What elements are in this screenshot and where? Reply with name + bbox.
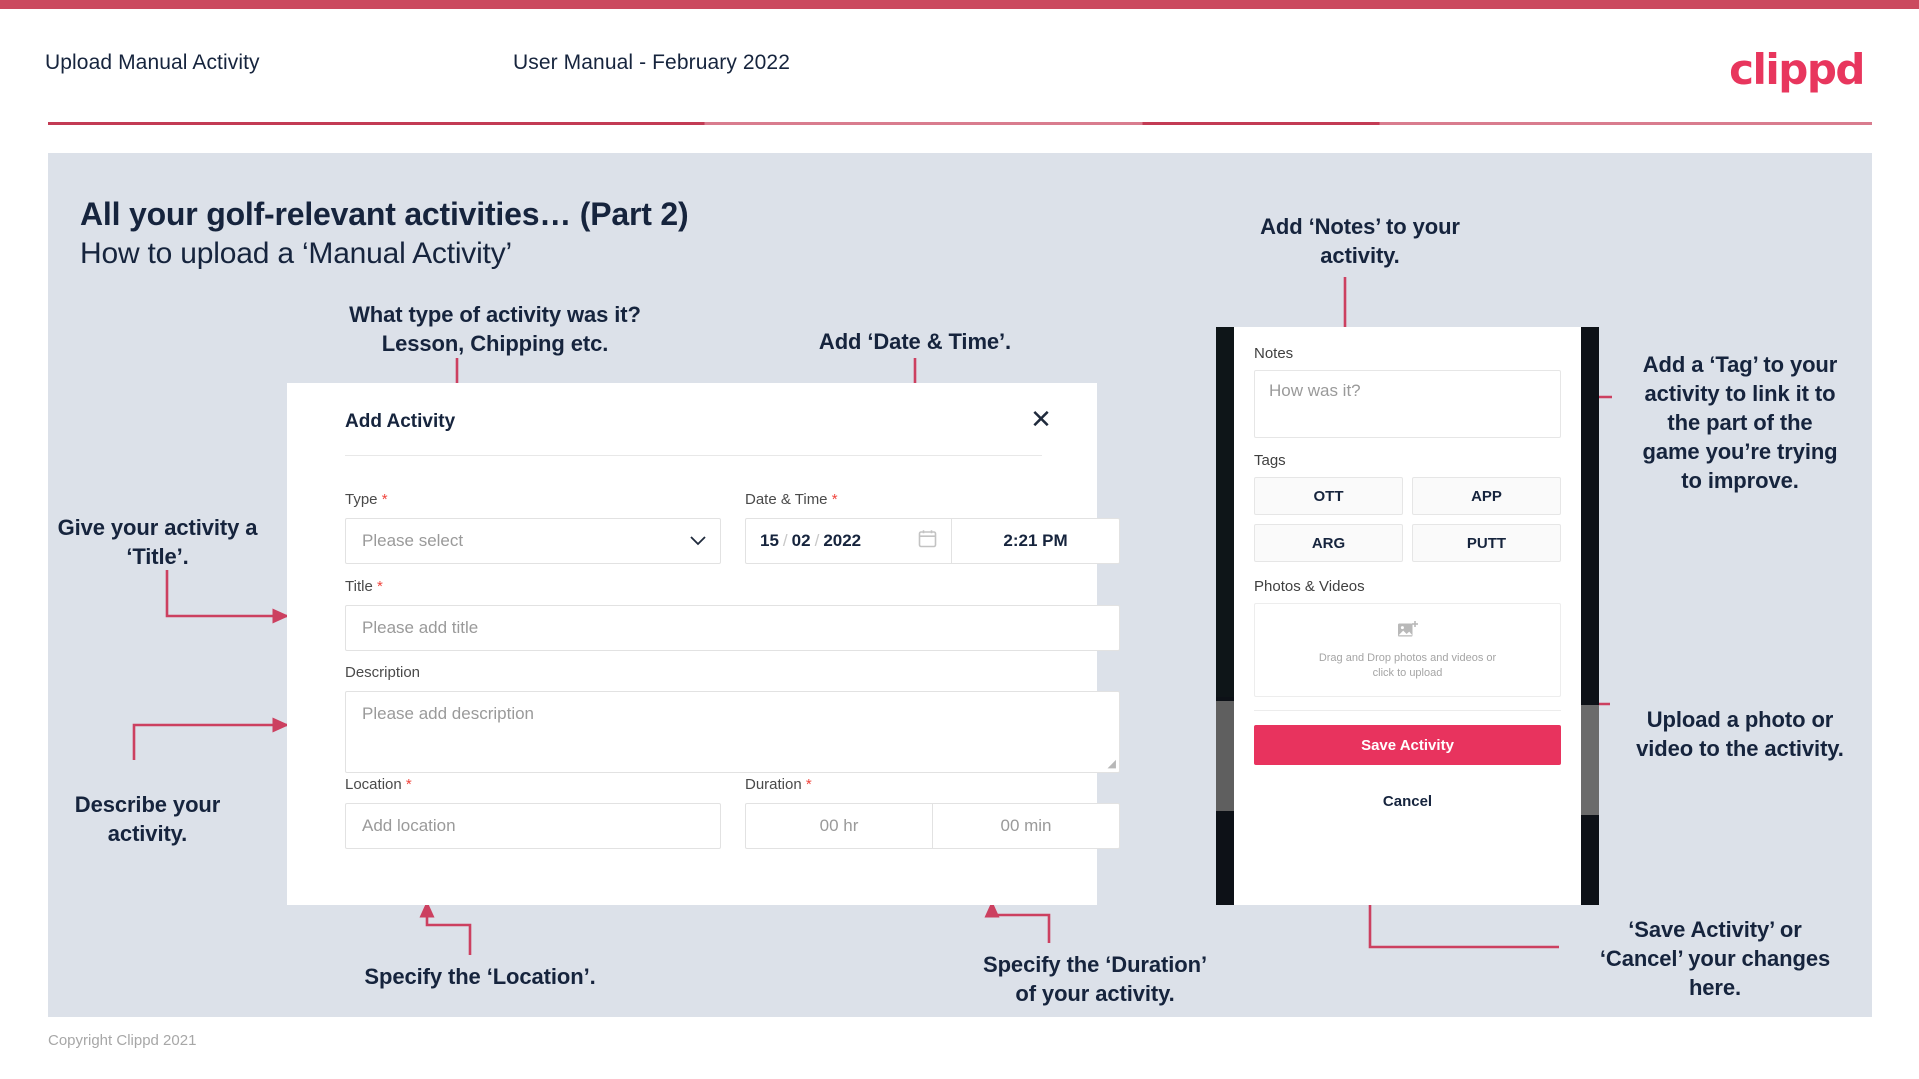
field-description: Description Please add description ◢	[345, 664, 1120, 773]
field-title: Title * Please add title	[345, 578, 1120, 651]
add-activity-dialog: Add Activity ✕ Type * Please select Date…	[287, 383, 1120, 905]
type-required-mark: *	[381, 491, 388, 508]
slide-root: Upload Manual Activity User Manual - Feb…	[0, 0, 1919, 1079]
date-input[interactable]: 15 / 02 / 2022	[746, 519, 951, 563]
duration-hours-input[interactable]: 00 hr	[746, 804, 932, 848]
datetime-label-text: Date & Time	[745, 491, 828, 508]
duration-label-text: Duration	[745, 776, 802, 793]
phone-power-button	[1581, 705, 1599, 815]
annotation-description: Describe your activity.	[74, 792, 221, 846]
footer-copyright: Copyright Clippd 2021	[48, 1032, 197, 1049]
phone-bezel-right	[1581, 327, 1599, 905]
header-left-title: Upload Manual Activity	[45, 51, 260, 74]
page-title: All your golf-relevant activities… (Part…	[80, 196, 689, 232]
dropzone-line-1: Drag and Drop photos and videos or	[1318, 651, 1497, 664]
top-accent-bar	[0, 0, 1919, 9]
date-year: 2022	[823, 531, 862, 550]
page-subtitle: How to upload a ‘Manual Activity’	[80, 237, 512, 270]
title-input[interactable]: Please add title	[345, 605, 1120, 651]
type-label-text: Type	[345, 491, 378, 508]
field-datetime: Date & Time * 15 / 02 / 2022 2:21 PM	[745, 491, 1120, 564]
tag-app[interactable]: APP	[1412, 477, 1561, 515]
date-day: 15	[760, 531, 779, 550]
annotation-save-cancel: ‘Save Activity’ or ‘Cancel’ your changes h…	[1599, 917, 1831, 1000]
notes-label: Notes	[1254, 345, 1294, 362]
header-center-title: User Manual - February 2022	[513, 51, 790, 74]
title-label: Title *	[345, 578, 1120, 595]
tag-ott[interactable]: OTT	[1254, 477, 1403, 515]
title-label-text: Title	[345, 578, 373, 595]
annotation-type: What type of activity was it? Lesson, Chi…	[349, 302, 641, 356]
description-placeholder: Please add description	[362, 704, 535, 723]
save-activity-button[interactable]: Save Activity	[1254, 725, 1561, 765]
location-input[interactable]: Add location	[345, 803, 721, 849]
duration-minutes-input[interactable]: 00 min	[933, 804, 1119, 848]
date-sep-1: /	[782, 531, 788, 550]
datetime-row: 15 / 02 / 2022 2:21 PM	[745, 518, 1120, 564]
tags-label: Tags	[1254, 452, 1286, 469]
header-divider	[48, 122, 1872, 125]
annotation-title: Give your activity a ‘Title’.	[57, 515, 258, 569]
clippd-logo: clippd	[1729, 45, 1865, 94]
chevron-down-icon	[690, 531, 706, 551]
phone-bezel-left	[1216, 327, 1234, 905]
annotation-tags: Add a ‘Tag’ to your activity to link it t…	[1642, 352, 1838, 493]
phone-divider	[1254, 710, 1561, 711]
annotation-datetime: Add ‘Date & Time’.	[818, 329, 1012, 354]
description-textarea[interactable]: Please add description ◢	[345, 691, 1120, 773]
annotation-location: Specify the ‘Location’.	[364, 964, 596, 989]
date-month: 02	[791, 531, 811, 550]
calendar-icon[interactable]	[918, 529, 937, 553]
annotation-duration: Specify the ‘Duration’ of your activity.	[983, 952, 1207, 1006]
page-header: Upload Manual Activity User Manual - Feb…	[0, 9, 1919, 125]
type-select[interactable]: Please select	[345, 518, 721, 564]
location-required-mark: *	[405, 776, 412, 793]
add-image-icon	[1397, 620, 1419, 645]
location-label: Location *	[345, 776, 721, 793]
photos-label: Photos & Videos	[1254, 578, 1365, 595]
datetime-label: Date & Time *	[745, 491, 1120, 508]
phone-button-upper	[1216, 327, 1234, 697]
annotation-upload: Upload a photo or video to the activity.	[1636, 707, 1844, 761]
resize-handle-icon[interactable]: ◢	[1108, 757, 1116, 770]
dialog-divider	[345, 455, 1042, 456]
datetime-required-mark: *	[831, 491, 838, 508]
phone-mockup: Notes How was it? Tags OTT APP ARG PUTT …	[1216, 327, 1599, 905]
field-type: Type * Please select	[345, 491, 721, 564]
description-label-text: Description	[345, 664, 421, 681]
notes-textarea[interactable]: How was it?	[1254, 370, 1561, 438]
annotation-notes: Add ‘Notes’ to your activity.	[1260, 214, 1460, 268]
type-label: Type *	[345, 491, 721, 508]
title-required-mark: *	[376, 578, 383, 595]
duration-row: 00 hr 00 min	[745, 803, 1120, 849]
cancel-button[interactable]: Cancel	[1254, 793, 1561, 810]
phone-button-lower	[1216, 701, 1234, 811]
date-sep-2: /	[814, 531, 820, 550]
tags-grid: OTT APP ARG PUTT	[1254, 477, 1561, 562]
tag-arg[interactable]: ARG	[1254, 524, 1403, 562]
photo-dropzone[interactable]: Drag and Drop photos and videos or click…	[1254, 603, 1561, 697]
tag-putt[interactable]: PUTT	[1412, 524, 1561, 562]
dialog-title: Add Activity	[345, 411, 456, 432]
field-duration: Duration * 00 hr 00 min	[745, 776, 1120, 849]
time-input[interactable]: 2:21 PM	[952, 519, 1119, 563]
close-icon[interactable]: ✕	[1027, 406, 1055, 434]
location-label-text: Location	[345, 776, 402, 793]
phone-screen: Notes How was it? Tags OTT APP ARG PUTT …	[1234, 327, 1581, 905]
dropzone-text: Drag and Drop photos and videos or click…	[1319, 651, 1496, 681]
duration-required-mark: *	[805, 776, 812, 793]
field-location: Location * Add location	[345, 776, 721, 849]
description-label: Description	[345, 664, 1120, 681]
duration-label: Duration *	[745, 776, 1120, 793]
type-select-value: Please select	[362, 531, 464, 550]
dropzone-line-2: click to upload	[1372, 666, 1443, 679]
